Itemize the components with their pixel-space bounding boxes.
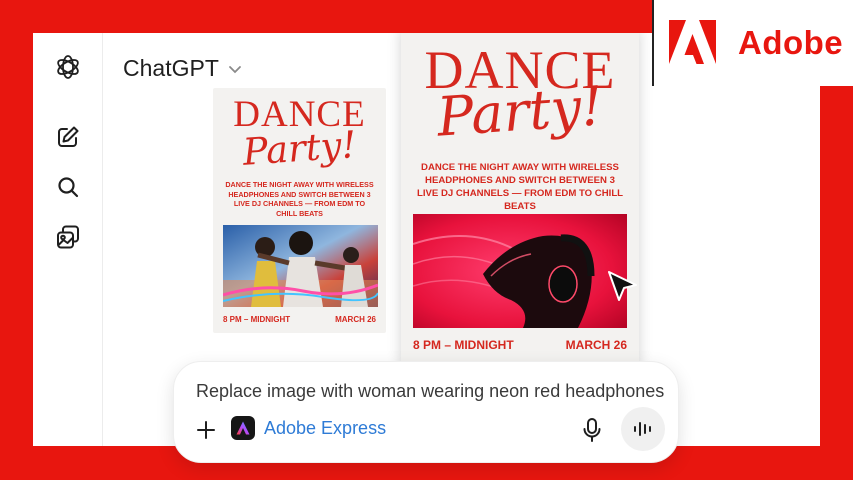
chevron-down-icon	[228, 65, 241, 73]
poster-original[interactable]: DANCE Party! DANCE THE NIGHT AWAY WITH W…	[213, 88, 386, 333]
poster-headphones-woman-photo	[413, 214, 627, 328]
adobe-express-logo-icon	[231, 416, 255, 440]
voice-mode-button[interactable]	[621, 407, 665, 451]
adobe-express-label: Adobe Express	[264, 417, 387, 438]
poster-time: 8 PM – MIDNIGHT	[413, 338, 514, 352]
mouse-pointer-icon	[608, 271, 637, 301]
sidebar	[33, 33, 103, 446]
prompt-composer: Replace image with woman wearing neon re…	[173, 361, 679, 463]
openai-logo-icon[interactable]	[54, 53, 82, 81]
poster-description: DANCE THE NIGHT AWAY WITH WIRELESS HEADP…	[416, 162, 624, 212]
adobe-wordmark: Adobe	[738, 24, 844, 61]
waveform-icon	[634, 422, 651, 436]
poster-date: MARCH 26	[335, 315, 376, 324]
prompt-input[interactable]: Replace image with woman wearing neon re…	[196, 381, 664, 402]
adobe-express-tool[interactable]: Adobe Express	[231, 416, 386, 440]
poster-date: MARCH 26	[565, 338, 627, 352]
poster-description: DANCE THE NIGHT AWAY WITH WIRELESS HEADP…	[225, 180, 374, 219]
adobe-logo-icon	[669, 20, 716, 64]
model-title: ChatGPT	[123, 55, 219, 81]
poster-dancers-photo	[223, 225, 378, 307]
search-icon[interactable]	[54, 173, 82, 201]
microphone-icon[interactable]	[580, 417, 604, 443]
images-icon[interactable]	[54, 223, 82, 251]
add-attachment-icon[interactable]	[194, 418, 218, 442]
adobe-logo-badge: Adobe	[652, 0, 853, 86]
new-chat-icon[interactable]	[54, 123, 82, 151]
poster-time: 8 PM – MIDNIGHT	[223, 315, 291, 324]
model-selector[interactable]: ChatGPT	[123, 55, 243, 82]
poster-edited[interactable]: DANCE Party! DANCE THE NIGHT AWAY WITH W…	[401, 33, 639, 365]
poster-title-party: Party!	[435, 74, 605, 149]
